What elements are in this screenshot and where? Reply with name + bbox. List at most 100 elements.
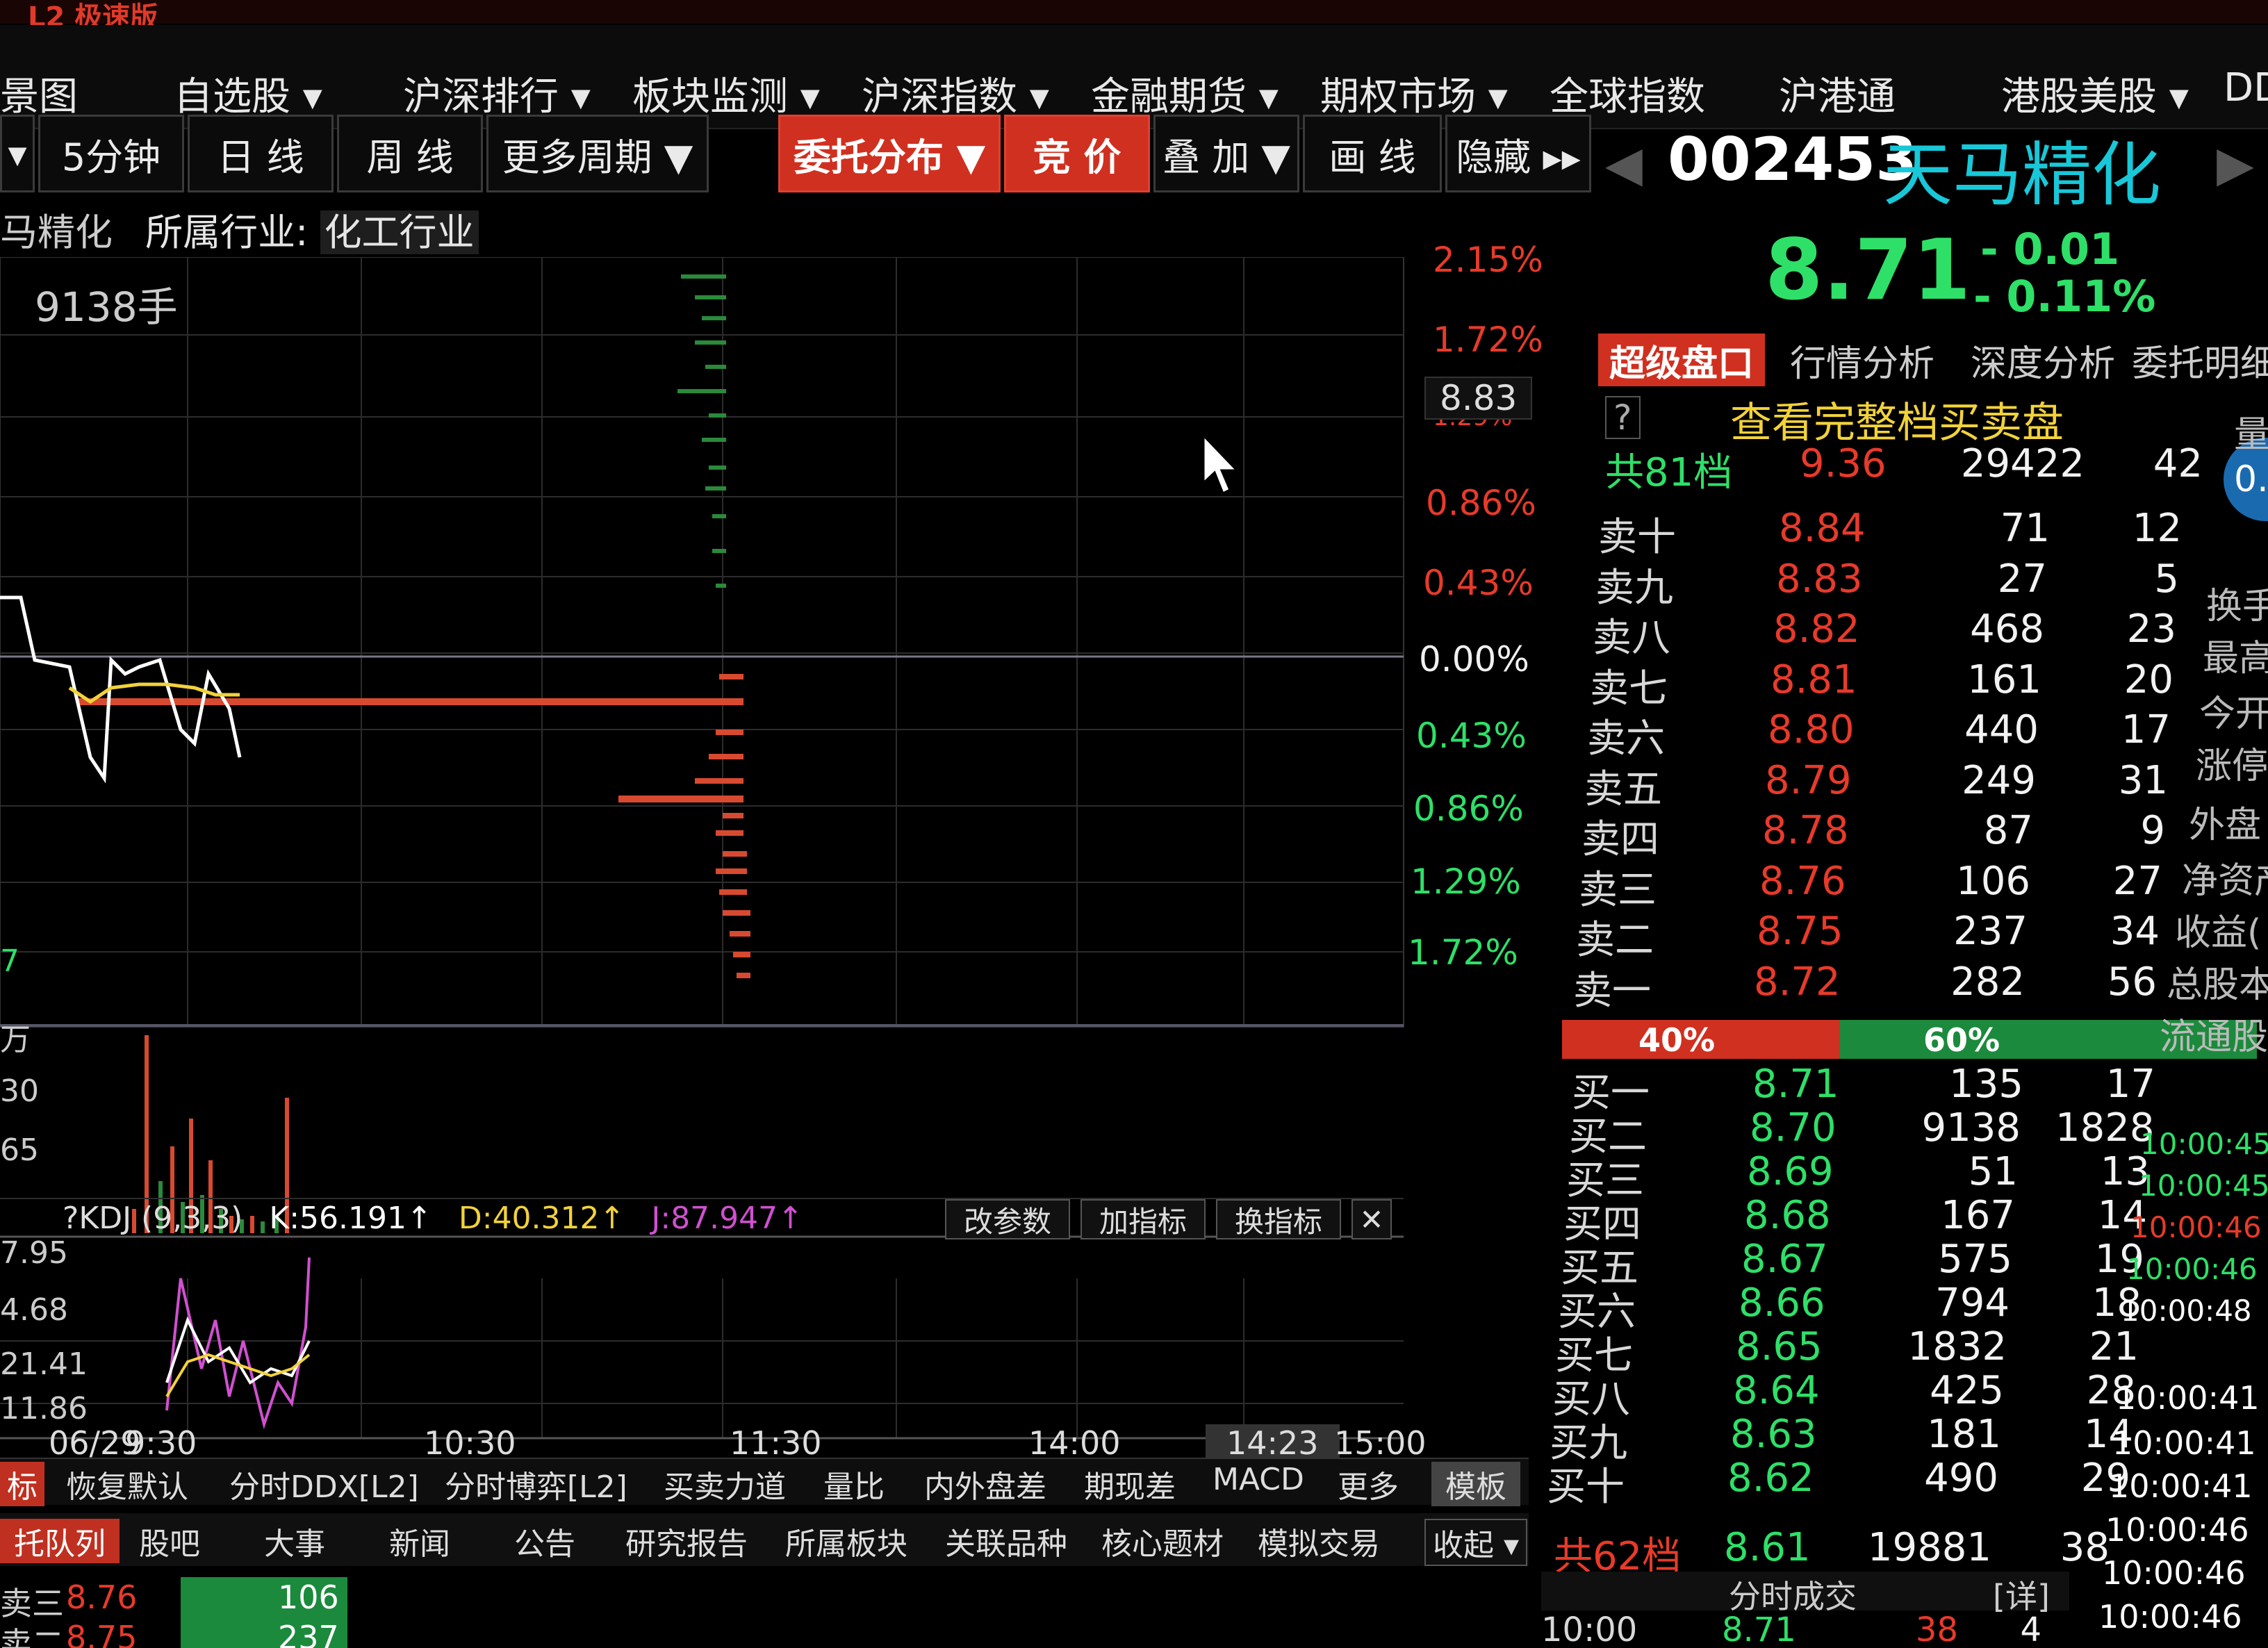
info-tab-related[interactable]: 关联品种 — [945, 1519, 1067, 1563]
buy-level-price: 8.63 — [1730, 1412, 1817, 1457]
info-tab-simulation[interactable]: 模拟交易 — [1258, 1519, 1380, 1563]
more-periods-button[interactable]: 更多周期 ▼ — [486, 115, 709, 192]
indicator-tab-game[interactable]: 分时博弈[L2] — [445, 1462, 627, 1506]
right-edge-label: 量 — [2234, 414, 2268, 456]
ratio-buy-label: 60% — [1923, 1021, 2000, 1059]
add-indicator-button[interactable]: 加指标 — [1080, 1199, 1206, 1239]
right-edge-label: 最高 — [2203, 638, 2268, 679]
switch-indicator-button[interactable]: 换指标 — [1216, 1199, 1341, 1239]
tick-vol: 38 — [1915, 1610, 1958, 1648]
menu-item-sector-monitor[interactable]: 板块监测 ▾ — [632, 65, 820, 122]
buy-level-price: 8.62 — [1727, 1456, 1814, 1501]
buy-level-volume: 9138 — [1921, 1105, 2021, 1151]
lower-tick-time: 10:00:41 — [2116, 1379, 2260, 1417]
buy-level-row[interactable]: 买七 8.65 1832 21 — [1555, 1324, 2180, 1378]
info-tab-forum[interactable]: 股吧 — [139, 1519, 200, 1563]
buy-level-price: 8.67 — [1741, 1237, 1828, 1282]
sell-level-row[interactable]: 卖十 8.84 71 12 — [1598, 506, 2224, 560]
buy-level-volume: 51 — [1968, 1149, 2018, 1194]
draw-line-button[interactable]: 画 线 — [1303, 115, 1442, 192]
indicator-tab-macd[interactable]: MACD — [1213, 1462, 1304, 1497]
buy-level-row[interactable]: 买八 8.64 425 28 — [1552, 1368, 2178, 1422]
auction-button[interactable]: 竞 价 — [1004, 115, 1150, 192]
tab-depth-analysis[interactable]: 深度分析 — [1959, 333, 2126, 386]
pct-label-up-2: 1.72% — [1433, 320, 1543, 360]
buy-level-row[interactable]: 买九 8.63 181 14 — [1550, 1412, 2175, 1466]
buy-level-row[interactable]: 买六 8.66 794 18 — [1558, 1280, 2183, 1335]
buy-level-row[interactable]: 买一 8.71 135 17 — [1572, 1062, 2197, 1116]
tick-header: 分时成交 [详] — [1541, 1572, 2069, 1615]
sell-level-row[interactable]: 卖三 8.76 106 27 — [1579, 859, 2204, 913]
right-edge-label: 净资产 — [2182, 860, 2268, 902]
indicator-tab-ddx[interactable]: 分时DDX[L2] — [229, 1462, 419, 1506]
intraday-chart[interactable] — [0, 257, 1556, 1452]
indicator-tab-reset[interactable]: 恢复默认 — [66, 1462, 188, 1506]
close-indicator-icon[interactable]: ✕ — [1351, 1199, 1392, 1239]
menu-item-futures[interactable]: 金融期货 ▾ — [1091, 65, 1279, 122]
overlay-button[interactable]: 叠 加 ▼ — [1153, 115, 1299, 192]
collapse-button[interactable]: 收起 ▾ — [1424, 1519, 1528, 1566]
indicator-tab-active[interactable]: 标 — [0, 1462, 44, 1506]
period-5min-button[interactable]: 5分钟 — [38, 115, 184, 192]
indicator-tab-buy-sell-force[interactable]: 买卖力道 — [664, 1462, 786, 1506]
tab-order-detail[interactable]: 委托明细 — [2132, 333, 2268, 386]
sell-level-row[interactable]: 卖八 8.82 468 23 — [1593, 607, 2218, 661]
tick-price: 8.71 — [1722, 1610, 1796, 1648]
prev-stock-icon[interactable]: ◀ — [1605, 135, 1643, 192]
period-dropdown-button[interactable]: ▾ — [0, 115, 35, 192]
sell-level-label: 卖十 — [1598, 515, 1676, 560]
order-distribution-button[interactable]: 委托分布 ▼ — [778, 115, 1001, 192]
buy-level-row[interactable]: 买四 8.68 167 14 — [1563, 1193, 2189, 1247]
kdj-name[interactable]: ?KDJ (9,3,3) — [63, 1201, 243, 1236]
indicator-tab-more[interactable]: 更多 — [1338, 1462, 1399, 1506]
buy-level-volume: 794 — [1935, 1280, 2010, 1326]
menu-item-watchlist[interactable]: 自选股 ▾ — [174, 65, 322, 122]
period-day-button[interactable]: 日 线 — [188, 115, 334, 192]
industry-value[interactable]: 化工行业 — [320, 211, 479, 254]
buy-level-price: 8.66 — [1739, 1280, 1825, 1326]
buy-level-volume: 181 — [1927, 1412, 2001, 1457]
indicator-tab-basis[interactable]: 期现差 — [1084, 1462, 1176, 1506]
info-tab-sectors[interactable]: 所属板块 — [785, 1519, 907, 1563]
sell-level-row[interactable]: 卖五 8.79 249 31 — [1584, 757, 2210, 812]
edit-params-button[interactable]: 改参数 — [945, 1199, 1070, 1239]
sell-level-row[interactable]: 卖四 8.78 87 9 — [1581, 808, 2207, 862]
help-icon[interactable]: ? — [1605, 396, 1641, 439]
buy-level-row[interactable]: 买十 8.62 490 29 — [1547, 1456, 2172, 1510]
next-stock-icon[interactable]: ▶ — [2217, 135, 2254, 192]
info-tab-queue[interactable]: 托队列 — [0, 1519, 120, 1563]
sell-level-price: 8.75 — [1757, 909, 1843, 954]
full-book-link[interactable]: 查看完整档买卖盘 — [1730, 389, 2064, 450]
info-tab-events[interactable]: 大事 — [264, 1519, 325, 1563]
info-tab-announcements[interactable]: 公告 — [514, 1519, 575, 1563]
left-axis-label: 11.86 — [0, 1391, 88, 1426]
buy-level-price: 8.69 — [1747, 1149, 1834, 1194]
sell-level-row[interactable]: 卖七 8.81 161 20 — [1590, 657, 2215, 711]
sell-level-row[interactable]: 卖一 8.72 282 56 — [1573, 959, 2199, 1014]
buy-level-row[interactable]: 买二 8.70 9138 1828 — [1569, 1105, 2194, 1160]
buy-level-row[interactable]: 买三 8.69 51 13 — [1566, 1149, 2192, 1203]
tab-market-analysis[interactable]: 行情分析 — [1779, 333, 1946, 386]
buy-level-row[interactable]: 买五 8.67 575 19 — [1561, 1237, 2186, 1291]
pct-label-up-5: 0.43% — [1423, 563, 1534, 603]
indicator-tab-inner-outer[interactable]: 内外盘差 — [924, 1462, 1046, 1506]
menu-item-options[interactable]: 期权市场 ▾ — [1320, 65, 1508, 122]
menu-item-ranking[interactable]: 沪深排行 ▾ — [403, 65, 591, 122]
sell-level-volume: 237 — [1953, 909, 2028, 954]
sell-level-row[interactable]: 卖六 8.80 440 17 — [1587, 707, 2212, 761]
volume-readout: 9138手 — [35, 283, 178, 331]
sell-level-count: 31 — [2118, 757, 2168, 803]
sell-level-row[interactable]: 卖九 8.83 27 5 — [1595, 557, 2221, 611]
indicator-tab-volume-ratio[interactable]: 量比 — [823, 1462, 885, 1506]
info-tab-news[interactable]: 新闻 — [389, 1519, 450, 1563]
info-tab-themes[interactable]: 核心题材 — [1101, 1519, 1224, 1563]
period-week-button[interactable]: 周 线 — [337, 115, 483, 192]
sell-level-row[interactable]: 卖二 8.75 237 34 — [1576, 909, 2201, 963]
menu-item-index[interactable]: 沪深指数 ▾ — [862, 65, 1049, 122]
info-tab-research[interactable]: 研究报告 — [625, 1519, 748, 1563]
tab-super-book[interactable]: 超级盘口 — [1598, 333, 1765, 386]
menu-item-panorama[interactable]: 景图 — [0, 65, 78, 122]
sell-level-volume: 440 — [1964, 707, 2039, 752]
indicator-tab-template[interactable]: 模板 — [1431, 1462, 1520, 1506]
queue-row-label: 卖三 — [0, 1585, 64, 1622]
